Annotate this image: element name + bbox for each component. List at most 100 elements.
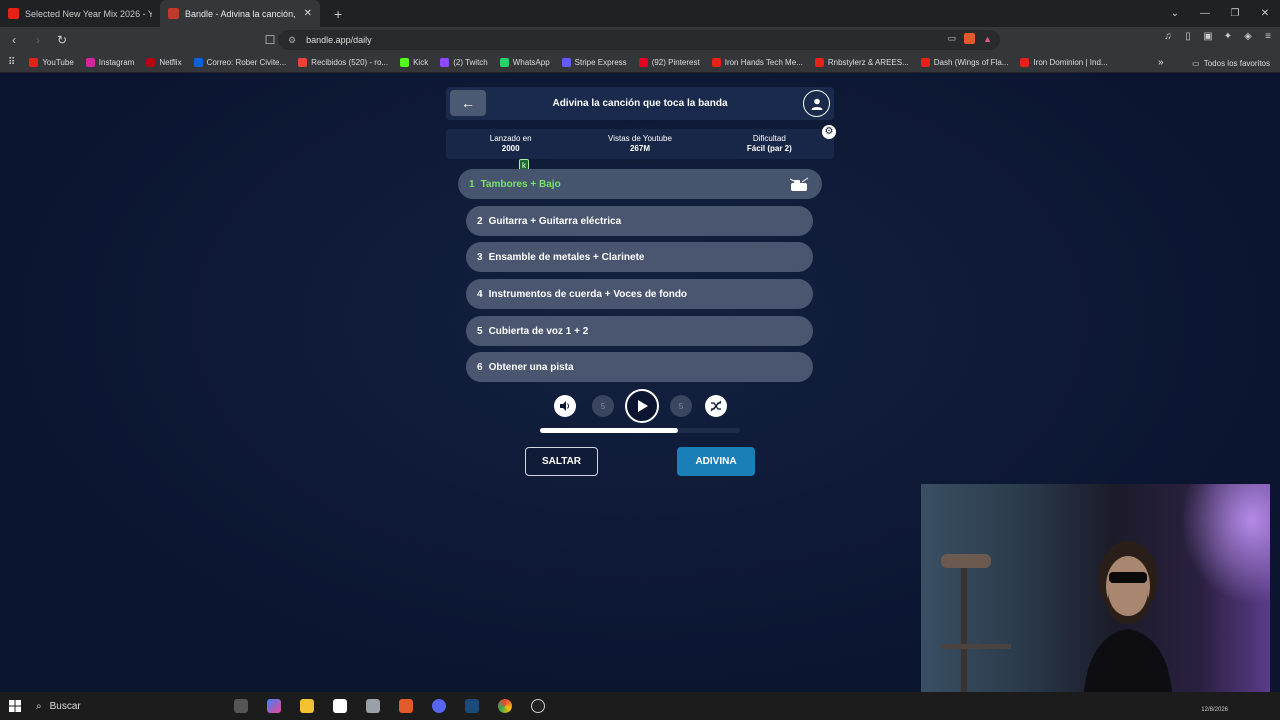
bookmark-item[interactable]: YouTube xyxy=(29,58,74,67)
start-button[interactable] xyxy=(0,692,30,720)
taskbar-search[interactable]: ⌕ Buscar xyxy=(30,692,220,720)
bookmark-item[interactable]: Correo: Rober Civite... xyxy=(193,58,286,67)
play-button[interactable] xyxy=(625,389,659,423)
brave-shield-icon[interactable] xyxy=(964,33,976,44)
tab-youtube-mix[interactable]: Selected New Year Mix 2026 - YouTube xyxy=(0,0,160,27)
player-controls: 5 5 xyxy=(552,389,732,423)
volume-button[interactable] xyxy=(554,395,576,417)
clue-3[interactable]: 3 Ensamble de metales + Clarinete xyxy=(466,242,813,272)
bookmark-item[interactable]: (92) Pinterest xyxy=(638,58,700,67)
address-bar[interactable]: ⚙ bandle.app/daily ▭ ▲ xyxy=(278,30,1000,50)
clue-number: 2 xyxy=(477,215,483,227)
clue-6-hint[interactable]: 6 Obtener una pista xyxy=(466,352,813,382)
bookmark-item[interactable]: Rnbstylerz & AREES... xyxy=(814,58,909,67)
maximize-icon[interactable]: ❐ xyxy=(1220,8,1250,19)
wallet-icon[interactable]: ▣ xyxy=(1202,31,1214,43)
settings-gear-icon[interactable]: ⚙ xyxy=(822,125,836,139)
minimize-icon[interactable]: — xyxy=(1190,8,1220,19)
bookmark-item[interactable]: Recibidos (520) - ro... xyxy=(298,58,388,67)
bookmark-item[interactable]: Instagram xyxy=(85,58,134,67)
file-explorer-icon[interactable] xyxy=(295,692,319,720)
clue-4[interactable]: 4 Instrumentos de cuerda + Voces de fond… xyxy=(466,279,813,309)
bookmark-page-icon[interactable]: ☐ xyxy=(260,33,280,47)
bookmark-item[interactable]: Iron Dominion | Ind... xyxy=(1020,58,1108,67)
bookmark-item[interactable]: Netflix xyxy=(146,58,182,67)
search-icon: ⌕ xyxy=(36,700,42,712)
forward-5-icon: 5 xyxy=(678,401,684,411)
bookmark-item[interactable]: Kick xyxy=(400,58,428,67)
bookmark-label: Netflix xyxy=(159,58,182,67)
all-favorites[interactable]: ▭ Todos los favoritos xyxy=(1192,53,1270,73)
windows-taskbar: ⌕ Buscar 12/8/2026 xyxy=(0,692,1280,720)
steam-icon[interactable] xyxy=(460,692,484,720)
bookmark-favicon-icon xyxy=(814,58,824,67)
music-icon[interactable]: ♫ xyxy=(1162,31,1174,43)
discord-icon[interactable] xyxy=(427,692,451,720)
play-icon xyxy=(638,400,648,412)
stat-youtube-views: Vistas de Youtube 267M xyxy=(575,129,704,159)
bookmarks-bar: ⠿ YouTube Instagram Netflix Correo: Rober C… xyxy=(0,53,1280,73)
sidebar-icon[interactable]: ▯ xyxy=(1182,31,1194,43)
clue-label: Tambores + Bajo xyxy=(480,178,561,190)
brave-rewards-icon[interactable]: ▲ xyxy=(983,34,992,44)
tab-search-icon[interactable]: ⌄ xyxy=(1160,8,1190,19)
rewind-5-button[interactable]: 5 xyxy=(592,395,614,417)
bookmark-item[interactable]: WhatsApp xyxy=(499,58,550,67)
bookmark-label: Rnbstylerz & AREES... xyxy=(827,58,909,67)
chrome-icon[interactable] xyxy=(493,692,517,720)
bookmark-favicon-icon xyxy=(85,58,95,67)
bookmark-favicon-icon xyxy=(29,58,39,67)
wall-light xyxy=(1180,484,1270,604)
app-icon[interactable] xyxy=(361,692,385,720)
vpn-shield-icon[interactable]: ◈ xyxy=(1242,31,1254,43)
shuffle-button[interactable] xyxy=(705,395,727,417)
playback-progress[interactable] xyxy=(540,428,740,433)
profile-button[interactable] xyxy=(803,90,830,117)
brave-icon[interactable] xyxy=(394,692,418,720)
cast-icon[interactable]: ▭ xyxy=(948,33,957,44)
progress-fill xyxy=(540,428,678,433)
bookmark-label: (92) Pinterest xyxy=(651,58,700,67)
clue-number: 1 xyxy=(469,178,475,190)
obs-icon[interactable] xyxy=(526,692,550,720)
new-tab-button[interactable]: + xyxy=(334,6,342,22)
apps-grid-icon[interactable]: ⠿ xyxy=(8,57,15,68)
bookmark-favicon-icon xyxy=(711,58,721,67)
bookmark-item[interactable]: Dash (Wings of Fla... xyxy=(920,58,1008,67)
clue-5[interactable]: 5 Cubierta de voz 1 + 2 xyxy=(466,316,813,346)
streamer-figure xyxy=(1083,541,1173,711)
stat-value: 267M xyxy=(629,144,650,153)
speaker-icon xyxy=(560,401,569,411)
clue-label: Cubierta de voz 1 + 2 xyxy=(488,325,589,337)
copilot-icon[interactable] xyxy=(262,692,286,720)
forward-5-button[interactable]: 5 xyxy=(670,395,692,417)
skip-button[interactable]: SALTAR xyxy=(525,447,598,476)
leo-ai-icon[interactable]: ✦ xyxy=(1222,31,1234,43)
clue-2[interactable]: 2 Guitarra + Guitarra eléctrica xyxy=(466,206,813,236)
back-button[interactable]: ← xyxy=(450,90,486,116)
site-info-icon[interactable]: ⚙ xyxy=(288,35,296,46)
bookmarks-more-icon[interactable]: » xyxy=(1158,57,1164,68)
bookmark-label: (2) Twitch xyxy=(453,58,488,67)
close-tab-icon[interactable]: ✕ xyxy=(304,8,312,19)
tab-bandle[interactable]: Bandle - Adivina la canción, un ins ✕ xyxy=(160,0,320,27)
window-controls: ⌄ — ❐ ✕ xyxy=(1160,0,1280,27)
back-icon[interactable]: ‹ xyxy=(4,33,24,47)
close-window-icon[interactable]: ✕ xyxy=(1250,8,1280,19)
forward-icon[interactable]: › xyxy=(28,33,48,47)
game-title: Adivina la canción que toca la banda xyxy=(552,98,728,109)
song-stats: Lanzado en 2000 Vistas de Youtube 267M D… xyxy=(446,129,834,159)
clue-number: 4 xyxy=(477,288,483,300)
bookmark-item[interactable]: (2) Twitch xyxy=(440,58,488,67)
reload-icon[interactable]: ↻ xyxy=(52,33,72,47)
clue-number: 6 xyxy=(477,361,483,373)
bookmark-item[interactable]: Iron Hands Tech Me... xyxy=(711,58,803,67)
bookmark-favicon-icon xyxy=(146,58,156,67)
task-view-icon[interactable] xyxy=(229,692,253,720)
guess-button[interactable]: ADIVINA xyxy=(677,447,755,476)
tab-title: Bandle - Adivina la canción, un ins xyxy=(185,8,298,19)
store-icon[interactable] xyxy=(328,692,352,720)
menu-icon[interactable]: ≡ xyxy=(1262,31,1274,43)
bookmark-item[interactable]: Stripe Express xyxy=(561,58,627,67)
clue-1[interactable]: 1 Tambores + Bajo xyxy=(458,169,822,199)
